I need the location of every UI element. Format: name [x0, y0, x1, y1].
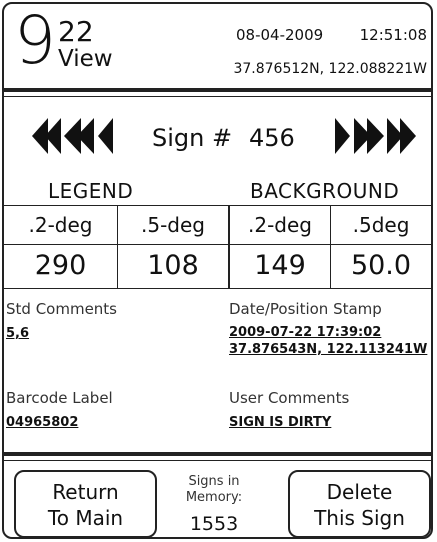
previous-sign-button[interactable]: [32, 116, 114, 156]
user-comments-value[interactable]: SIGN IS DIRTY: [229, 414, 331, 431]
return-button-line2: To Main: [47, 506, 124, 530]
date-position-stamp-label: Date/Position Stamp: [229, 300, 382, 318]
header-gps: 37.876512N, 122.088221W: [233, 61, 427, 77]
barcode-value[interactable]: 04965802: [6, 414, 78, 431]
stamp-gps-value[interactable]: 37.876543N, 122.113241W: [229, 341, 427, 358]
header-date: 08-04-2009: [236, 26, 324, 44]
return-button-line1: Return: [52, 480, 119, 504]
barcode-label: Barcode Label: [6, 389, 113, 407]
background-05deg-value: 50.0: [350, 250, 412, 281]
legend-05deg-header: .5-deg: [141, 213, 205, 237]
legend-05deg-value: 108: [147, 250, 199, 281]
stamp-date-value[interactable]: 2009-07-22 17:39:02: [229, 324, 381, 341]
logo-superscript: 22: [58, 15, 94, 48]
background-05deg-header: .5deg: [352, 213, 410, 237]
signs-in-memory-label: Signs in Memory:: [164, 474, 264, 506]
header-time: 12:51:08: [359, 26, 427, 44]
grid-line: [4, 205, 431, 206]
delete-sign-button[interactable]: Delete This Sign: [288, 470, 431, 537]
next-sign-button[interactable]: [334, 116, 416, 156]
return-to-main-button[interactable]: Return To Main: [14, 470, 157, 537]
legend-02deg-value: 290: [34, 250, 87, 281]
std-comments-value[interactable]: 5,6: [6, 325, 29, 342]
delete-button-line1: Delete: [326, 480, 393, 504]
logo-number: 9: [14, 2, 56, 79]
triple-right-arrow-icon: [335, 118, 416, 154]
memory-label-line1: Signs in: [188, 474, 240, 489]
memory-label-line2: Memory:: [185, 490, 243, 505]
logo-word: View: [58, 46, 113, 72]
header-divider: [4, 88, 431, 92]
header-divider-thin: [4, 96, 431, 97]
user-comments-label: User Comments: [229, 389, 350, 407]
std-comments-label: Std Comments: [6, 300, 117, 318]
footer-divider-thin: [4, 460, 431, 461]
footer-divider: [4, 452, 431, 456]
legend-heading: LEGEND: [48, 179, 134, 203]
device-screen: 9 22 View 08-04-2009 12:51:08 37.876512N…: [2, 2, 433, 539]
background-02deg-header: .2-deg: [248, 213, 312, 237]
grid-line: [4, 288, 431, 289]
legend-02deg-header: .2-deg: [28, 213, 93, 237]
signs-in-memory-count: 1553: [189, 513, 239, 535]
readings-table: .2-deg .5-deg .2-deg .5deg 290 108 149 5…: [4, 205, 431, 289]
delete-button-line2: This Sign: [314, 506, 405, 530]
background-02deg-value: 149: [254, 250, 306, 281]
sign-number-label: Sign #: [152, 124, 233, 152]
status-header: 9 22 View 08-04-2009 12:51:08 37.876512N…: [4, 4, 431, 88]
sign-number-value: 456: [249, 124, 295, 152]
triple-left-arrow-icon: [32, 118, 113, 154]
background-heading: BACKGROUND: [250, 179, 400, 203]
